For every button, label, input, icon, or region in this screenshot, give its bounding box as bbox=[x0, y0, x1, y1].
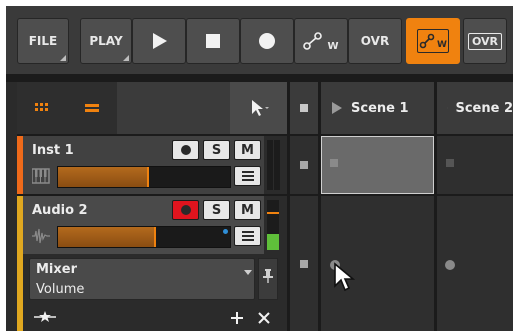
menu-corner-indicator bbox=[60, 55, 66, 61]
pointer-icon bbox=[251, 100, 269, 116]
track-name: Audio 2 bbox=[32, 203, 88, 218]
play-menu-button[interactable]: PLAY bbox=[80, 18, 132, 64]
grid-icon bbox=[35, 103, 48, 111]
solo-button[interactable]: S bbox=[203, 140, 230, 160]
record-button[interactable] bbox=[240, 18, 294, 64]
level-meter bbox=[267, 200, 279, 250]
clip-slot-selected[interactable] bbox=[321, 136, 434, 194]
solo-button[interactable]: S bbox=[203, 200, 230, 220]
mute-button[interactable]: M bbox=[234, 140, 261, 160]
scene-1-header[interactable]: Scene 1 bbox=[321, 82, 434, 134]
automation-icon bbox=[419, 33, 435, 49]
overdub-active-label: OVR bbox=[467, 32, 503, 50]
automation-write-active-button[interactable]: W bbox=[406, 18, 460, 64]
pointer-tool-button[interactable] bbox=[230, 82, 287, 134]
automation-dot bbox=[223, 229, 228, 234]
mixer-title: Mixer bbox=[36, 262, 78, 277]
track-stop-button[interactable] bbox=[290, 136, 318, 194]
automation-active-frame: W bbox=[417, 29, 449, 53]
waveform-icon bbox=[32, 228, 50, 244]
empty-slot-icon bbox=[446, 159, 454, 167]
add-effect-star-icon[interactable] bbox=[34, 311, 56, 323]
play-icon bbox=[153, 33, 167, 49]
overdub-active-button[interactable]: OVR bbox=[463, 18, 507, 64]
track-menu-button[interactable] bbox=[234, 166, 261, 186]
track-menu-button-active[interactable] bbox=[234, 226, 261, 246]
scene-launch-icon bbox=[332, 102, 342, 114]
stop-square-icon bbox=[300, 161, 308, 169]
stop-all-clips-button[interactable] bbox=[290, 82, 318, 134]
record-icon bbox=[259, 33, 275, 49]
scene-2-header[interactable]: Scene 2 bbox=[437, 82, 513, 134]
track-stop-column bbox=[290, 196, 318, 331]
menu-corner-indicator bbox=[123, 55, 129, 61]
volume-fill bbox=[58, 167, 148, 187]
record-icon bbox=[180, 145, 191, 155]
file-menu-button[interactable]: FILE bbox=[17, 18, 69, 64]
record-slot-icon bbox=[445, 260, 455, 270]
automation-write-button[interactable]: W bbox=[294, 18, 348, 64]
mute-button[interactable]: M bbox=[234, 200, 261, 220]
toolbar-divider bbox=[6, 74, 513, 82]
scene-1-label: Scene 1 bbox=[351, 100, 409, 116]
play-menu-label: PLAY bbox=[89, 34, 123, 48]
volume-slider[interactable] bbox=[57, 226, 231, 248]
volume-slider[interactable] bbox=[57, 166, 231, 188]
empty-slot-icon bbox=[330, 159, 338, 167]
volume-fill bbox=[58, 227, 155, 247]
automation-icon bbox=[303, 32, 323, 50]
record-arm-button-active[interactable] bbox=[172, 200, 199, 220]
volume-marker bbox=[154, 227, 157, 247]
file-menu-label: FILE bbox=[28, 34, 58, 48]
clip-slot[interactable] bbox=[437, 136, 513, 194]
record-icon bbox=[180, 205, 191, 215]
mouse-cursor-icon bbox=[334, 262, 355, 292]
hamburger-icon bbox=[241, 171, 254, 181]
pin-icon bbox=[263, 269, 273, 283]
level-meter bbox=[267, 140, 273, 190]
overdub-label: OVR bbox=[360, 34, 390, 48]
chevron-down-icon[interactable] bbox=[244, 270, 252, 276]
list-view-button[interactable] bbox=[67, 82, 117, 134]
scene-2-label: Scene 2 bbox=[455, 100, 513, 116]
meter-peak-marker bbox=[267, 212, 279, 214]
stop-square-icon bbox=[300, 104, 308, 112]
hamburger-icon bbox=[241, 231, 254, 241]
meter-level bbox=[267, 234, 279, 250]
list-icon bbox=[85, 104, 99, 112]
level-meter bbox=[274, 140, 280, 190]
piano-icon bbox=[32, 168, 50, 184]
mixer-parameter: Volume bbox=[36, 282, 85, 297]
grid-view-button[interactable] bbox=[17, 82, 67, 134]
record-arm-button[interactable] bbox=[172, 140, 199, 160]
play-button[interactable] bbox=[132, 18, 186, 64]
clip-slot[interactable] bbox=[437, 196, 513, 331]
automation-write-label: W bbox=[327, 40, 339, 52]
close-icon[interactable] bbox=[258, 312, 270, 324]
stop-square-icon[interactable] bbox=[300, 260, 308, 268]
stop-button[interactable] bbox=[186, 18, 240, 64]
stop-icon bbox=[206, 34, 220, 48]
automation-active-label: W bbox=[437, 40, 447, 50]
add-icon[interactable] bbox=[231, 312, 243, 324]
volume-marker bbox=[147, 167, 150, 187]
track-name: Inst 1 bbox=[32, 143, 74, 158]
pin-button[interactable] bbox=[258, 258, 278, 300]
overdub-button[interactable]: OVR bbox=[348, 18, 402, 64]
